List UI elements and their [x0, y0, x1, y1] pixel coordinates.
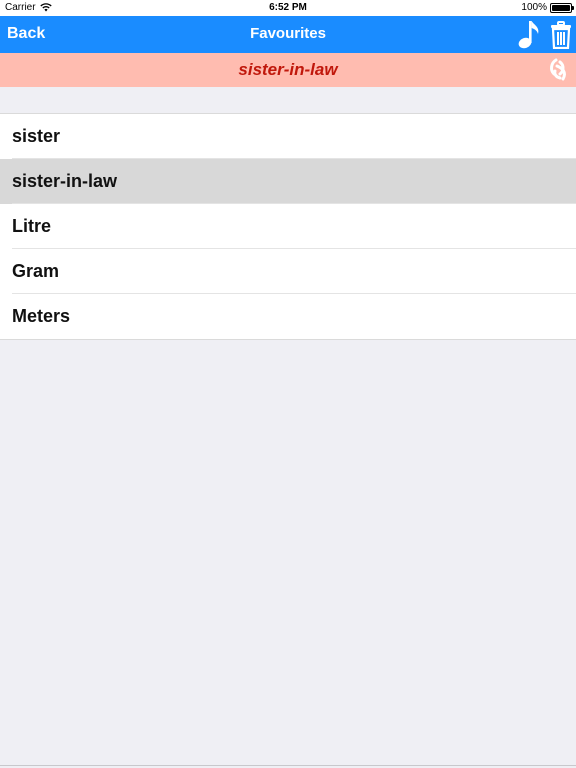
list-item-label: sister	[12, 126, 61, 146]
battery-icon	[550, 2, 574, 13]
list-item[interactable]: sister-in-law	[0, 159, 576, 204]
music-note-icon[interactable]	[516, 19, 542, 49]
status-time: 6:52 PM	[269, 2, 307, 13]
status-bar: Carrier 6:52 PM 100%	[0, 0, 576, 16]
list-item[interactable]: Litre	[0, 204, 576, 249]
translate-icon[interactable]	[547, 57, 573, 83]
page-title: Favourites	[250, 25, 326, 42]
back-button[interactable]: Back	[7, 25, 45, 43]
selected-word-banner: sister-in-law	[0, 53, 576, 87]
selected-word: sister-in-law	[238, 60, 338, 79]
battery-percent: 100%	[521, 2, 547, 13]
list-item-label: Meters	[12, 306, 71, 326]
battery-group: 100%	[521, 2, 574, 13]
trash-icon[interactable]	[550, 21, 572, 49]
list-item-label: Litre	[12, 216, 52, 236]
bottom-divider	[0, 765, 576, 766]
favourites-list: sister sister-in-law Litre Gram Meters	[0, 113, 576, 340]
list-item[interactable]: Gram	[0, 249, 576, 294]
list-item-label: Gram	[12, 261, 60, 281]
list-item-label: sister-in-law	[12, 171, 118, 191]
navigation-bar: Back Favourites	[0, 16, 576, 53]
list-item[interactable]: sister	[0, 114, 576, 159]
list-item[interactable]: Meters	[0, 294, 576, 339]
